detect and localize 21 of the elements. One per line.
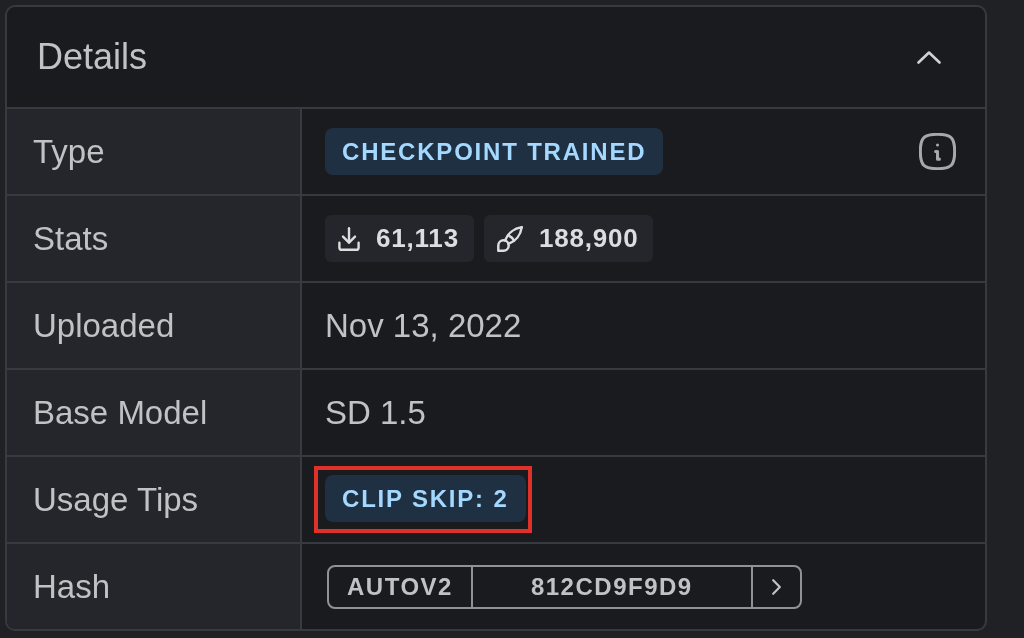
value-text: SD 1.5 [325, 393, 426, 432]
chevron-right-icon [771, 578, 781, 595]
row-label: Stats [7, 196, 300, 281]
hash-value: 812CD9F9D9 [472, 566, 753, 607]
info-icon [919, 133, 956, 170]
value-text: Nov 13, 2022 [325, 306, 522, 345]
stat-count: 61,113 [376, 223, 459, 254]
panel-title: Details [37, 36, 148, 78]
download-icon [338, 226, 360, 251]
row-label: Base Model [7, 370, 300, 455]
row-label: Type [7, 109, 300, 194]
tag-badge: CLIP SKIP: 2 [325, 475, 526, 522]
brush-icon [496, 225, 523, 252]
info-button[interactable] [918, 132, 957, 171]
row-label: Usage Tips [7, 457, 300, 542]
stat-count: 188,900 [538, 223, 639, 254]
row-label: Hash [7, 544, 300, 629]
tag-badge: CHECKPOINT TRAINED [325, 128, 664, 175]
row-label: Uploaded [7, 283, 300, 368]
hash-type-label: AUTOV2 [329, 566, 473, 607]
chevron-up-icon[interactable] [917, 50, 941, 64]
